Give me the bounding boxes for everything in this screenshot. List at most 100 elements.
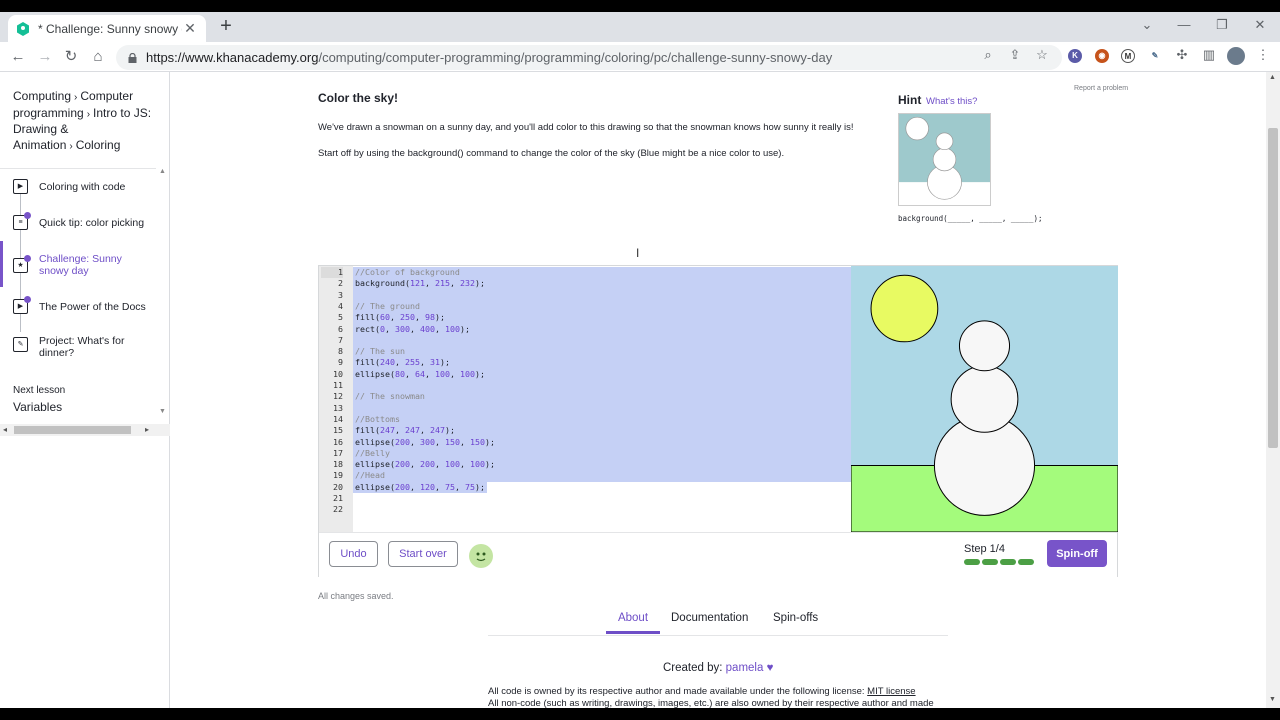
code-line[interactable]: fill(60, 250, 98); xyxy=(355,312,445,323)
scroll-right-icon[interactable]: ▸ xyxy=(145,425,149,434)
license-text-2: All non-code (such as writing, drawings,… xyxy=(488,698,934,708)
whats-this-link[interactable]: What's this? xyxy=(926,96,977,107)
home-icon[interactable]: ⌂ xyxy=(89,48,107,66)
line-number: 22 xyxy=(333,504,343,515)
code-text: ellipse(200, 300, 150, 150); xyxy=(355,436,495,447)
sidebar-scrollbar[interactable]: ▲ ▼ xyxy=(156,168,168,418)
code-line[interactable]: // The sun xyxy=(355,346,405,357)
sidebar-item-project-whats-for-dinner[interactable]: ✎ Project: What's for dinner? xyxy=(0,335,156,365)
scroll-down-icon[interactable]: ▼ xyxy=(159,408,166,415)
forward-icon[interactable]: → xyxy=(36,48,54,66)
breadcrumb: Computing › Computer programming › Intro to … xyxy=(13,89,153,154)
created-by-label: Created by: xyxy=(663,662,723,674)
heart-icon: ♥ xyxy=(766,662,774,674)
reload-icon[interactable]: ↻ xyxy=(62,48,80,66)
screen-top-border xyxy=(0,0,1280,12)
line-number: 19 xyxy=(333,470,343,481)
project-icon: ✎ xyxy=(13,337,28,352)
line-number: 8 xyxy=(338,346,343,357)
code-line[interactable]: // The ground xyxy=(355,301,420,312)
undo-button[interactable]: Undo xyxy=(329,541,378,567)
restore-icon[interactable]: ❐ xyxy=(1212,17,1232,33)
breadcrumb-computing[interactable]: Computing xyxy=(13,89,71,103)
hint-code: background(_____, _____, _____); xyxy=(898,214,1043,223)
code-line[interactable]: ellipse(200, 200, 100, 100); xyxy=(355,459,495,470)
code-line[interactable]: //Color of background xyxy=(355,267,460,278)
address-bar[interactable]: https://www.khanacademy.org/computing/co… xyxy=(116,45,1062,70)
line-number: 1 xyxy=(321,267,343,279)
scroll-down-icon[interactable]: ▼ xyxy=(1269,696,1276,703)
code-line[interactable]: fill(247, 247, 247); xyxy=(355,425,455,436)
browser-tab[interactable]: * Challenge: Sunny snowy day | C ✕ xyxy=(8,15,206,42)
sidebar-item-coloring-with-code[interactable]: ▶ Coloring with code xyxy=(0,179,156,203)
code-line[interactable]: //Bottoms xyxy=(355,414,400,425)
output-canvas[interactable] xyxy=(850,266,1119,533)
next-lesson-link[interactable]: Variables xyxy=(13,400,62,414)
lesson-label: Challenge: Sunny snowy day xyxy=(39,253,122,277)
profile-icon[interactable] xyxy=(1227,47,1245,65)
chevron-right-icon: › xyxy=(69,140,73,152)
report-problem-link[interactable]: Report a problem xyxy=(1074,85,1128,92)
breadcrumb-coloring[interactable]: Coloring xyxy=(76,138,121,152)
code-line[interactable]: //Belly xyxy=(355,448,390,459)
lesson-label: Coloring with code xyxy=(39,181,126,193)
code-text: ellipse(200, 200, 100, 100); xyxy=(355,459,495,470)
code-line[interactable]: ellipse(80, 64, 100, 100); xyxy=(355,369,485,380)
completed-check-icon xyxy=(24,296,31,303)
code-comment: // The sun xyxy=(355,346,405,357)
code-line[interactable]: // The snowman xyxy=(355,391,425,402)
page-scrollbar-thumb[interactable] xyxy=(1268,128,1278,448)
screen-bottom-border xyxy=(0,708,1280,720)
step-progress-segment xyxy=(964,559,980,565)
code-line[interactable]: //Head xyxy=(355,470,385,481)
author-link[interactable]: pamela xyxy=(726,662,764,674)
video-icon: ▶ xyxy=(13,179,28,194)
scrollbar-thumb[interactable] xyxy=(14,426,131,434)
scroll-up-icon[interactable]: ▲ xyxy=(1269,74,1276,81)
sidebar-item-quick-tip[interactable]: ≡ Quick tip: color picking xyxy=(0,212,156,239)
share-icon[interactable]: ⇪ xyxy=(1007,47,1023,63)
extension-pen-icon[interactable]: ✎ xyxy=(1148,49,1162,63)
mit-license-link[interactable]: MIT license xyxy=(867,686,915,697)
new-tab-button[interactable]: + xyxy=(216,16,236,37)
extension-m-icon[interactable]: M xyxy=(1121,49,1135,63)
code-line[interactable]: fill(240, 255, 31); xyxy=(355,357,450,368)
code-text: rect(0, 300, 400, 100); xyxy=(355,323,470,334)
back-icon[interactable]: ← xyxy=(9,48,27,66)
side-panel-icon[interactable]: ▥ xyxy=(1201,47,1217,63)
scroll-up-icon[interactable]: ▲ xyxy=(159,168,166,175)
zoom-icon[interactable]: ⌕ xyxy=(980,47,996,63)
editor-controls: Undo Start over Step 1/4 Spin-off xyxy=(319,532,1117,577)
extension-k-icon[interactable]: K xyxy=(1068,49,1082,63)
code-line[interactable]: ellipse(200, 300, 150, 150); xyxy=(355,437,495,448)
tab-close-icon[interactable]: ✕ xyxy=(182,20,198,37)
tab-spin-offs[interactable]: Spin-offs xyxy=(773,612,818,634)
step-progress-segment xyxy=(1018,559,1034,565)
text-cursor-icon: I xyxy=(636,246,640,260)
spin-off-button[interactable]: Spin-off xyxy=(1047,540,1107,567)
start-over-button[interactable]: Start over xyxy=(388,541,458,567)
sidebar-item-challenge-sunny-snowy-day[interactable]: ★ Challenge: Sunny snowy day xyxy=(0,253,156,283)
sidebar-item-power-of-docs[interactable]: ▶ The Power of the Docs xyxy=(0,296,156,323)
bookmark-star-icon[interactable]: ☆ xyxy=(1034,47,1050,63)
code-editor[interactable]: //Color of background background(121, 215… xyxy=(353,266,851,532)
sidebar-horizontal-scrollbar[interactable]: ◂ ▸ xyxy=(0,424,170,436)
extension-orange-icon[interactable]: ◉ xyxy=(1095,49,1109,63)
lesson-list: ▶ Coloring with code ≡ Quick tip: color … xyxy=(0,168,156,368)
menu-icon[interactable]: ⋮ xyxy=(1255,47,1271,63)
code-line[interactable]: ellipse(200, 120, 75, 75); xyxy=(355,482,485,493)
code-comment: //Belly xyxy=(355,447,390,458)
tab-documentation[interactable]: Documentation xyxy=(671,612,748,634)
scroll-left-icon[interactable]: ◂ xyxy=(3,425,7,434)
minimize-icon[interactable]: — xyxy=(1174,17,1194,32)
code-line[interactable]: rect(0, 300, 400, 100); xyxy=(355,324,470,335)
tab-about[interactable]: About xyxy=(606,612,660,634)
step-progress-segment xyxy=(982,559,998,565)
code-line[interactable]: background(121, 215, 232); xyxy=(355,278,485,289)
license-notice: All code is owned by its respective auth… xyxy=(488,686,948,708)
tab-search-icon[interactable]: ⌄ xyxy=(1137,17,1157,33)
page-content: Computing › Computer programming › Intro to … xyxy=(0,72,1280,708)
hint-thumbnail xyxy=(898,113,991,206)
window-close-icon[interactable]: ✕ xyxy=(1250,17,1270,33)
extensions-icon[interactable]: ✣ xyxy=(1174,47,1190,63)
